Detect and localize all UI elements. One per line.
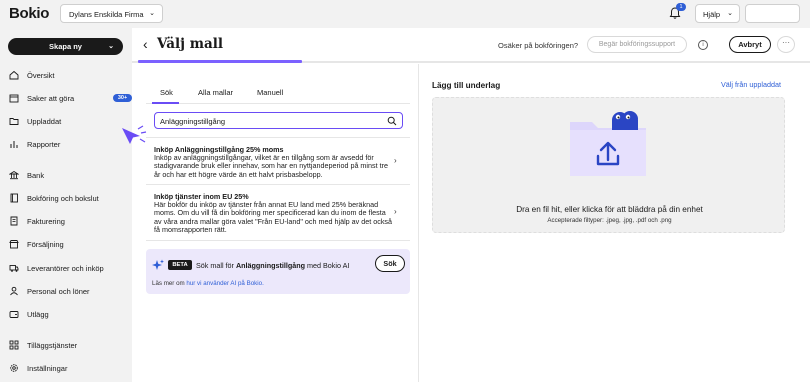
grid-icon [9, 340, 19, 350]
chevron-down-icon: ⌄ [727, 10, 733, 17]
drop-instruction: Dra en fil hit, eller klicka för att blä… [516, 205, 703, 214]
notification-badge: 1 [676, 3, 686, 11]
info-icon[interactable]: i [698, 40, 708, 50]
sidebar-item-tillaggstjanster[interactable]: Tilläggstjänster [9, 339, 127, 353]
sidebar-item-label: Översikt [27, 71, 55, 80]
back-arrow-icon[interactable]: ‹ [143, 36, 148, 52]
result-item[interactable]: Inköp Anläggningstillgång 25% moms Inköp… [154, 145, 394, 179]
request-support-button[interactable]: Begär bokföringssupport [587, 36, 687, 53]
divider [146, 137, 410, 138]
search-icon[interactable] [387, 116, 397, 126]
ai-search-box: BETA Sök mall för Anläggningstillgång me… [146, 249, 410, 294]
gear-icon [10, 364, 18, 372]
store-icon [9, 240, 19, 249]
sidebar-item-label: Tilläggstjänster [27, 341, 78, 350]
sidebar: Skapa ny ⌄ Översikt Saker att göra 30+ U… [0, 28, 132, 382]
bokio-logo[interactable]: Bokio [9, 5, 49, 22]
sparkle-icon [152, 259, 164, 270]
sidebar-item-forsaljning[interactable]: Försäljning [9, 238, 127, 252]
chevron-down-icon: ⌄ [149, 10, 155, 17]
search-input[interactable]: Anläggningstillgång [154, 112, 403, 129]
sidebar-item-bank[interactable]: Bank [9, 169, 127, 183]
truck-icon [9, 265, 19, 272]
ai-text-prefix: Sök mall för [196, 261, 236, 270]
active-tab-indicator [152, 102, 179, 104]
user-menu[interactable] [745, 4, 800, 23]
create-new-label: Skapa ny [49, 42, 82, 51]
home-icon [9, 70, 19, 80]
tabs-divider [146, 103, 410, 104]
sidebar-item-label: Försäljning [27, 240, 64, 249]
sidebar-item-personal[interactable]: Personal och löner [9, 285, 127, 299]
sidebar-item-leverantorer[interactable]: Leverantörer och inköp [9, 262, 127, 276]
tab-alla-mallar[interactable]: Alla mallar [198, 88, 233, 97]
progress-fill [138, 60, 302, 63]
bank-icon [9, 170, 19, 180]
help-button[interactable]: Hjälp ⌄ [695, 4, 740, 23]
template-panel: Sök Alla mallar Manuell Anläggningstillg… [122, 64, 419, 382]
sidebar-item-label: Utlägg [27, 310, 49, 319]
sidebar-item-fakturering[interactable]: Fakturering [9, 215, 127, 229]
wallet-icon [9, 311, 19, 318]
main-content: ‹ Välj mall Osäker på bokföringen? Begär… [122, 28, 810, 382]
sidebar-item-label: Fakturering [27, 217, 65, 226]
ai-search-button[interactable]: Sök [375, 255, 405, 272]
sidebar-item-label: Rapporter [27, 140, 61, 149]
company-selector[interactable]: Dylans Enskilda Firma ⌄ [60, 4, 163, 23]
chevron-down-icon: ⌄ [108, 43, 114, 50]
help-label: Hjälp [703, 10, 721, 19]
folder-icon [9, 118, 19, 125]
file-dropzone[interactable]: Dra en fil hit, eller klicka för att blä… [432, 97, 785, 233]
unsure-text: Osäker på bokföringen? [498, 41, 579, 50]
sidebar-item-uppladdat[interactable]: Uppladdat [9, 115, 127, 129]
sidebar-item-label: Uppladdat [27, 117, 62, 126]
sidebar-item-label: Bokföring och bokslut [27, 194, 99, 203]
chart-icon [10, 141, 18, 148]
chevron-right-icon[interactable]: › [394, 156, 397, 165]
result-item[interactable]: Inköp tjänster inom EU 25% Här bokför du… [154, 192, 394, 234]
ai-text-term: Anläggningstillgång [235, 261, 306, 270]
result-description: Inköp av anläggningstillgångar, vilket ä… [154, 153, 388, 179]
sidebar-item-utlagg[interactable]: Utlägg [9, 308, 127, 322]
top-bar: Bokio Dylans Enskilda Firma ⌄ 1 Hjälp ⌄ [0, 0, 810, 28]
invoice-icon [10, 216, 18, 226]
tab-sok[interactable]: Sök [160, 88, 173, 97]
beta-badge: BETA [168, 260, 192, 270]
ai-search-text: Sök mall för Anläggningstillgång med Bok… [196, 261, 349, 270]
calendar-icon [9, 94, 19, 103]
sidebar-item-label: Leverantörer och inköp [27, 264, 104, 273]
company-name: Dylans Enskilda Firma [69, 10, 144, 19]
person-icon [10, 286, 18, 296]
todo-count-badge: 30+ [113, 94, 132, 102]
ai-text-suffix: med Bokio AI [305, 261, 350, 270]
search-value: Anläggningstillgång [160, 117, 226, 126]
sidebar-item-saker-att-gora[interactable]: Saker att göra 30+ [9, 92, 132, 106]
divider [146, 184, 410, 185]
tab-manuell[interactable]: Manuell [257, 88, 283, 97]
ai-learn-more: Läs mer om hur vi använder AI på Bokio. [152, 280, 264, 287]
chevron-right-icon[interactable]: › [394, 207, 397, 216]
choose-from-uploaded-link[interactable]: Välj från uppladdat [721, 80, 781, 89]
ai-learn-link[interactable]: hur vi använder AI på Bokio. [186, 280, 263, 287]
attachment-title: Lägg till underlag [432, 81, 501, 90]
sidebar-item-label: Inställningar [27, 364, 68, 373]
divider [146, 240, 410, 241]
sidebar-item-label: Bank [27, 171, 45, 180]
ai-learn-prefix: Läs mer om [152, 280, 187, 287]
book-icon [10, 193, 18, 203]
result-description: Här bokför du inköp av tjänster från ann… [154, 200, 393, 234]
create-new-button[interactable]: Skapa ny ⌄ [8, 38, 123, 55]
pointer-arrow-icon [122, 125, 147, 144]
sidebar-item-label: Saker att göra [27, 94, 75, 103]
accepted-file-types: Accepterade filtyper: .jpeg, .jpg, .pdf … [547, 217, 672, 224]
sidebar-item-bokforing[interactable]: Bokföring och bokslut [9, 192, 127, 206]
upload-folder-icon [570, 111, 646, 176]
sidebar-item-oversikt[interactable]: Översikt [9, 69, 127, 83]
sidebar-item-rapporter[interactable]: Rapporter [9, 138, 127, 152]
page-title: Välj mall [157, 36, 223, 52]
more-options-button[interactable]: ··· [777, 36, 795, 53]
cancel-button[interactable]: Avbryt [729, 36, 771, 53]
sidebar-item-label: Personal och löner [27, 287, 90, 296]
sidebar-item-installningar[interactable]: Inställningar [9, 362, 127, 376]
